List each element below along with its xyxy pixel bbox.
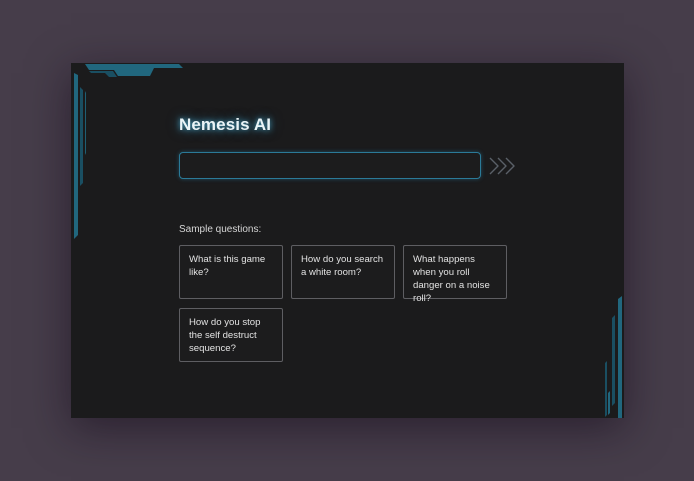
- sample-question-card[interactable]: What is this game like?: [179, 245, 283, 299]
- page-title: Nemesis AI: [179, 115, 272, 134]
- app-window: Nemesis AI Sample questions: What is thi…: [71, 63, 624, 418]
- sample-question-text: How do you stop the self destruct sequen…: [189, 317, 261, 354]
- submit-button[interactable]: [489, 155, 517, 177]
- circuit-frame-bottom-right-icon: [605, 296, 622, 418]
- sample-questions-heading: Sample questions:: [179, 224, 262, 235]
- sample-question-card[interactable]: What happens when you roll danger on a n…: [403, 245, 507, 304]
- circuit-frame-top-left-icon: [74, 64, 183, 239]
- sample-question-card[interactable]: How do you search a white room?: [291, 245, 395, 299]
- sample-question-text: How do you search a white room?: [301, 254, 384, 278]
- sample-question-text: What is this game like?: [189, 254, 266, 278]
- question-input[interactable]: [179, 152, 481, 179]
- triple-chevron-right-icon: [489, 157, 515, 175]
- sample-question-text: What happens when you roll danger on a n…: [413, 254, 490, 304]
- sample-question-card[interactable]: How do you stop the self destruct sequen…: [179, 308, 283, 362]
